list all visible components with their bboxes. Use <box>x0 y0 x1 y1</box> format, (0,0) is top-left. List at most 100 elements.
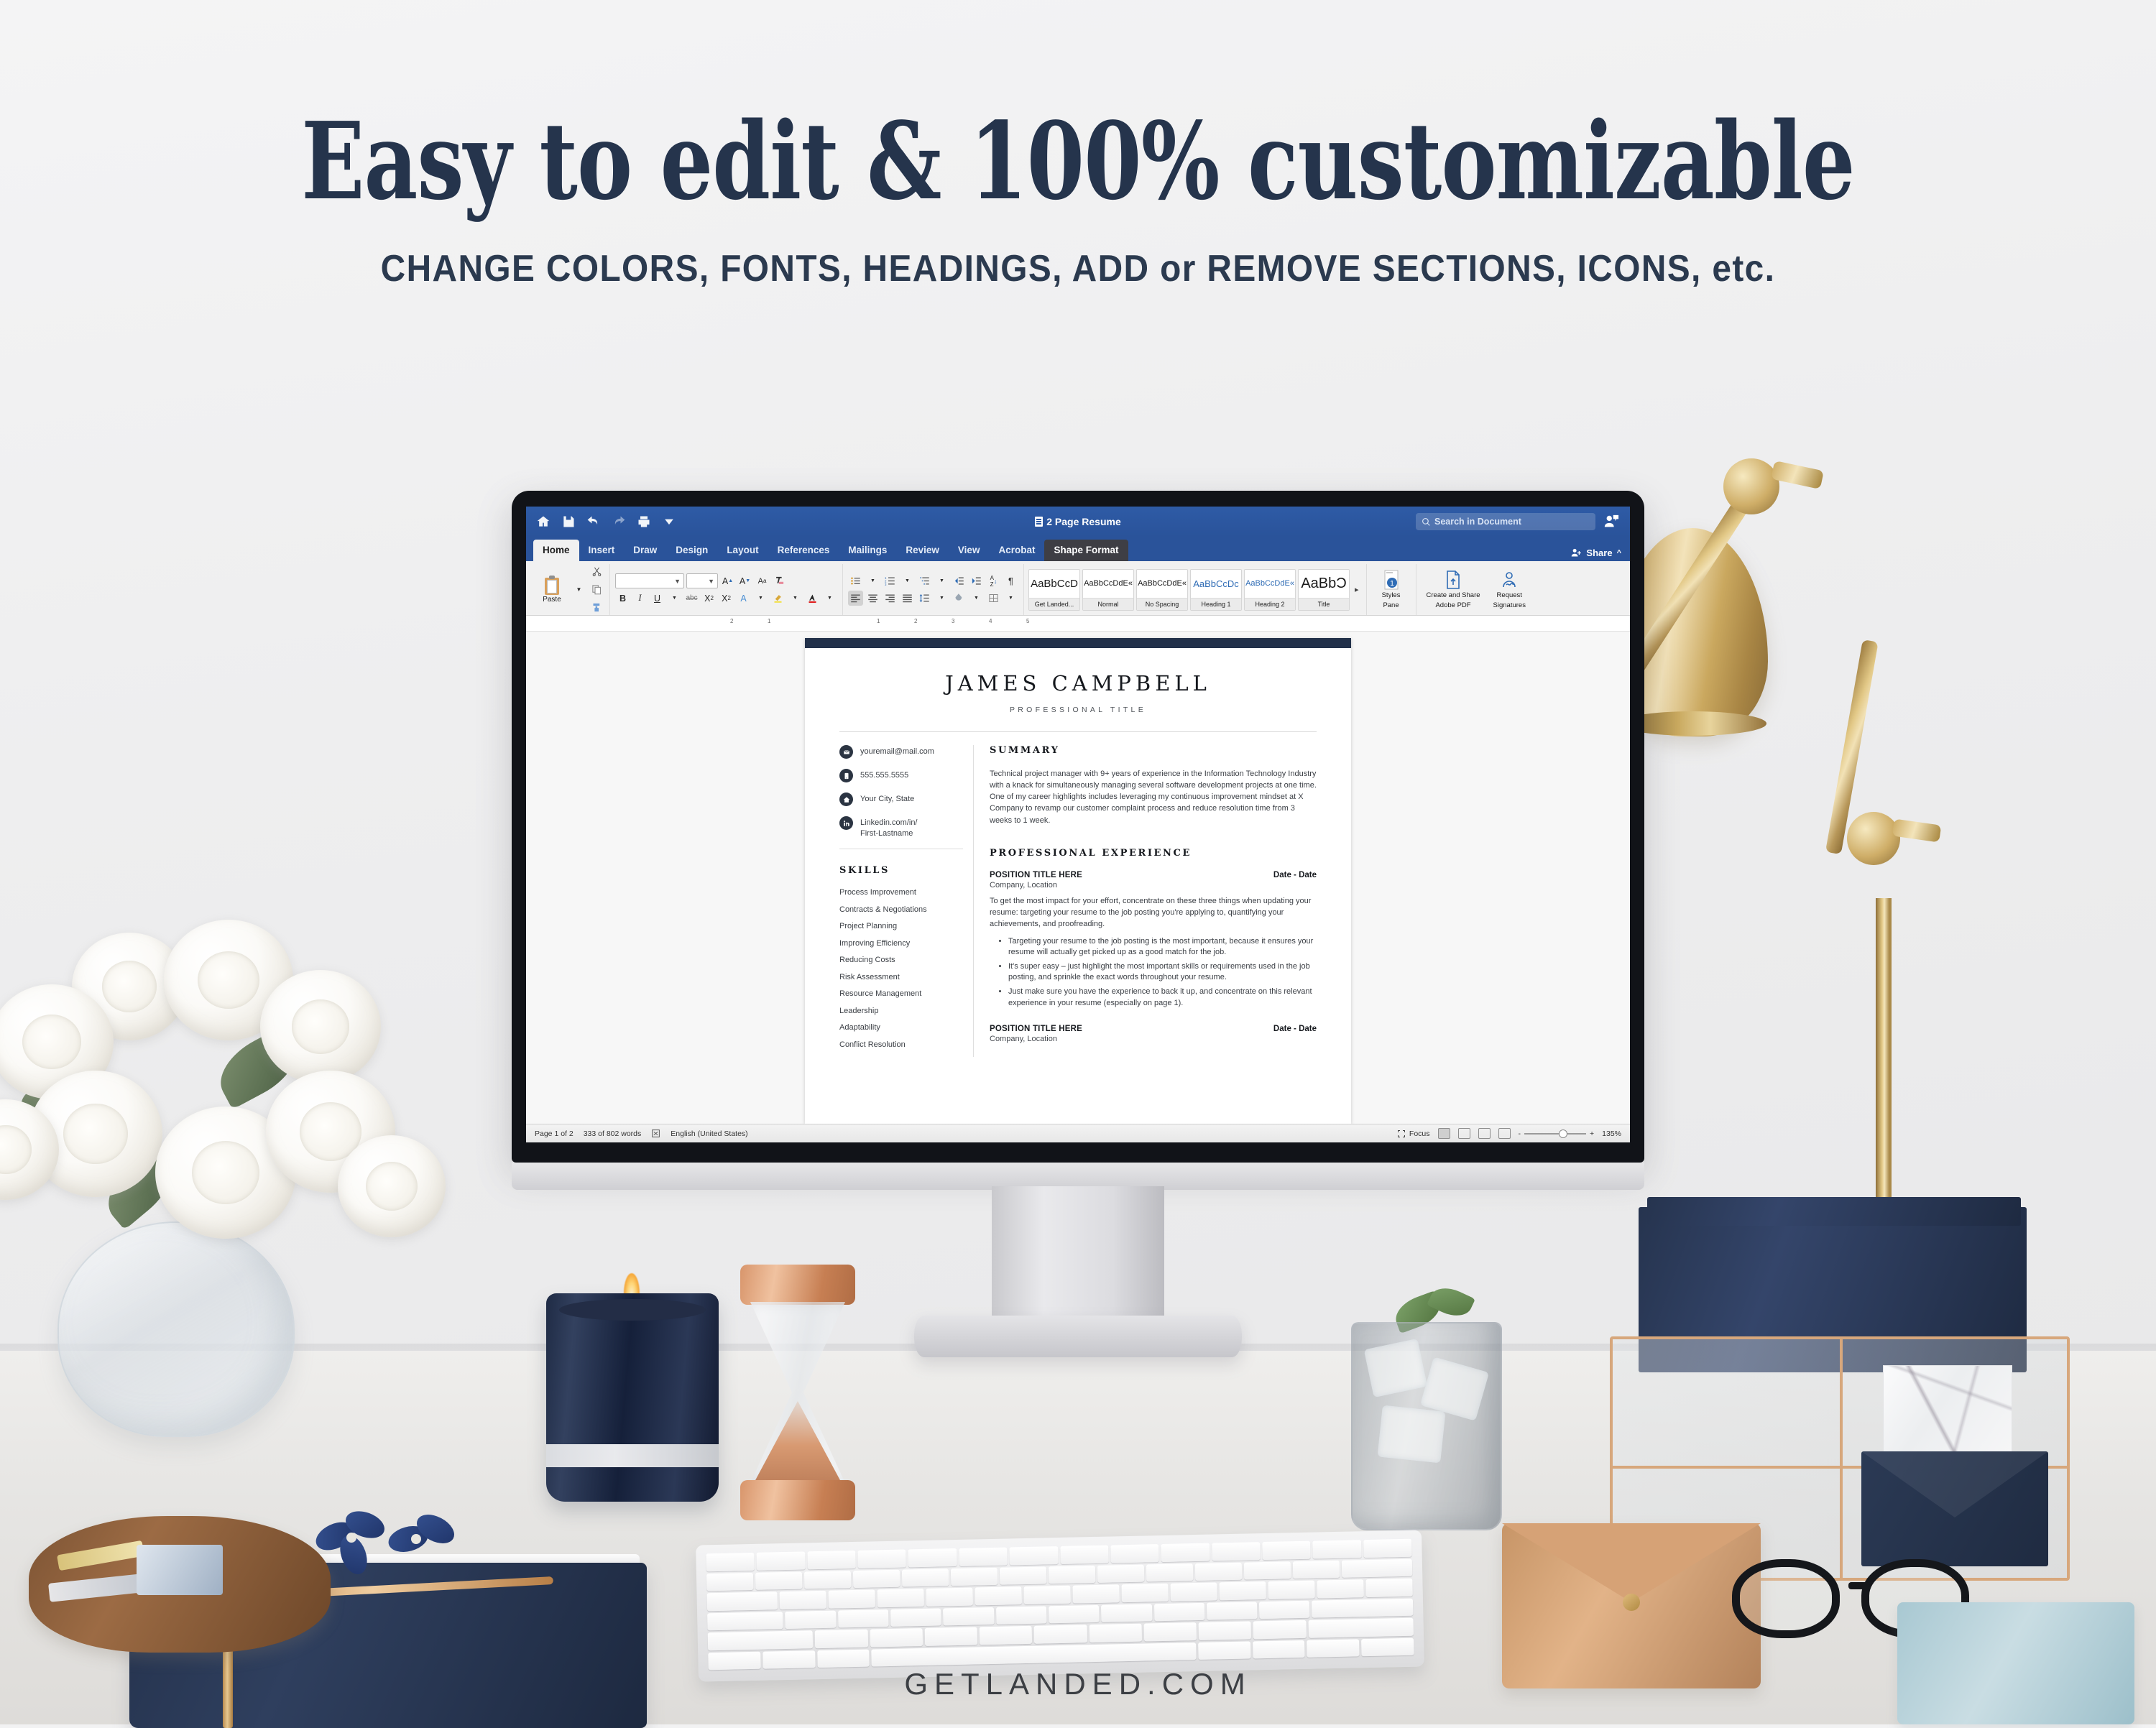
home-icon[interactable] <box>536 514 550 529</box>
shading-icon[interactable] <box>952 591 967 606</box>
quick-access-toolbar[interactable] <box>536 514 676 529</box>
clear-formatting-icon[interactable] <box>772 573 787 588</box>
print-layout-icon[interactable] <box>1437 1128 1450 1139</box>
customize-toolbar-icon[interactable] <box>662 514 676 529</box>
account-icon[interactable] <box>1603 514 1620 530</box>
tab-shape-format[interactable]: Shape Format <box>1044 540 1128 561</box>
draft-icon[interactable] <box>1498 1128 1511 1139</box>
font-row-bottom[interactable]: B I U ▼ abc X2 X2 A ▼ ▼ ▼ <box>615 591 837 606</box>
chevron-up-icon[interactable]: ^ <box>1617 549 1621 558</box>
bullets-dropdown-icon[interactable]: ▼ <box>865 573 880 588</box>
justify-icon[interactable] <box>900 591 915 606</box>
create-share-pdf-button[interactable]: Create and Share Adobe PDF <box>1422 570 1485 610</box>
align-left-icon[interactable] <box>848 591 863 606</box>
decrease-indent-icon[interactable] <box>952 573 967 588</box>
style-normal[interactable]: AaBbCcDdE« Normal <box>1082 568 1134 611</box>
print-icon[interactable] <box>637 514 651 529</box>
styles-gallery-more-icon[interactable]: ▸ <box>1352 585 1362 594</box>
font-name-input[interactable]: ▼ <box>615 573 684 588</box>
ribbon-tabs[interactable]: Home Insert Draw Design Layout Reference… <box>526 537 1630 561</box>
tab-view[interactable]: View <box>949 540 990 561</box>
paste-dropdown-icon[interactable]: ▼ <box>571 582 586 597</box>
tab-layout[interactable]: Layout <box>717 540 768 561</box>
zoom-in-button[interactable]: + <box>1590 1129 1594 1138</box>
ribbon-group-styles-pane[interactable]: 1 Styles Pane <box>1367 564 1416 615</box>
bullets-icon[interactable] <box>848 573 863 588</box>
tab-acrobat[interactable]: Acrobat <box>989 540 1044 561</box>
line-spacing-icon[interactable] <box>917 591 932 606</box>
document-canvas[interactable]: JAMES CAMPBELL PROFESSIONAL TITLE yourem… <box>526 632 1630 1124</box>
style-title[interactable]: AaBbƆ Title <box>1298 568 1350 611</box>
style-no-spacing[interactable]: AaBbCcDdE« No Spacing <box>1136 568 1188 611</box>
format-painter-icon[interactable] <box>589 600 604 615</box>
font-row-top[interactable]: ▼ ▼ A ▲ A ▼ Aa <box>615 573 837 588</box>
tab-review[interactable]: Review <box>896 540 949 561</box>
status-right[interactable]: Focus - + 135% <box>1397 1128 1621 1139</box>
bold-icon[interactable]: B <box>615 591 630 606</box>
increase-indent-icon[interactable] <box>969 573 984 588</box>
outline-icon[interactable] <box>1478 1128 1491 1139</box>
paste-button[interactable]: Paste <box>535 576 568 604</box>
clipboard-mini-buttons[interactable] <box>589 564 604 615</box>
word-count[interactable]: 333 of 802 words <box>584 1129 642 1138</box>
font-color-icon[interactable] <box>805 591 820 606</box>
tab-insert[interactable]: Insert <box>579 540 625 561</box>
zoom-level[interactable]: 135% <box>1602 1129 1621 1138</box>
style-heading-2[interactable]: AaBbCcDdE« Heading 2 <box>1244 568 1296 611</box>
subscript-icon[interactable]: X2 <box>701 591 717 606</box>
align-center-icon[interactable] <box>865 591 880 606</box>
show-marks-icon[interactable]: ¶ <box>1003 573 1018 588</box>
tab-design[interactable]: Design <box>666 540 717 561</box>
sort-icon[interactable]: A Z ↓ <box>986 573 1001 588</box>
zoom-slider[interactable]: - + <box>1519 1129 1594 1138</box>
cut-icon[interactable] <box>589 564 604 579</box>
copy-icon[interactable] <box>589 582 604 597</box>
paragraph-row-bottom[interactable]: ▼ ▼ ▼ <box>848 591 1018 606</box>
ribbon-group-styles[interactable]: AaBbCcD Get Landed... AaBbCcDdE« Normal … <box>1024 564 1367 615</box>
web-layout-icon[interactable] <box>1457 1128 1470 1139</box>
focus-button[interactable]: Focus <box>1397 1129 1430 1138</box>
highlight-icon[interactable] <box>770 591 786 606</box>
shading-dropdown-icon[interactable]: ▼ <box>969 591 984 606</box>
ribbon-group-clipboard[interactable]: Paste ▼ <box>530 564 610 615</box>
ribbon-home[interactable]: Paste ▼ ▼ ▼ A ▲ A ▼ A a B I U ▼ abc X 2 … <box>526 561 1630 616</box>
styles-pane-button[interactable]: 1 Styles Pane <box>1372 570 1411 610</box>
request-signatures-button[interactable]: Request Signatures <box>1488 570 1531 610</box>
search-input[interactable]: Search in Document <box>1416 513 1595 530</box>
zoom-knob[interactable] <box>1559 1129 1567 1138</box>
word-status-bar[interactable]: Page 1 of 2 333 of 802 words English (Un… <box>526 1124 1630 1142</box>
tab-home[interactable]: Home <box>533 540 579 561</box>
ribbon-group-font[interactable]: ▼ ▼ A ▲ A ▼ Aa B I U ▼ abc X 2 X 2 A ▼ ▼… <box>610 564 843 615</box>
line-spacing-dropdown-icon[interactable]: ▼ <box>934 591 949 606</box>
paragraph-row-top[interactable]: ▼ 123 ▼ ▼ A Z ↓ ¶ <box>848 573 1018 588</box>
font-group-columns[interactable]: ▼ ▼ A ▲ A ▼ Aa B I U ▼ abc X 2 X 2 A ▼ ▼… <box>615 573 837 606</box>
tab-references[interactable]: References <box>768 540 839 561</box>
shrink-font-icon[interactable]: A ▼ <box>737 573 752 588</box>
numbering-dropdown-icon[interactable]: ▼ <box>900 573 915 588</box>
multilevel-list-icon[interactable] <box>917 573 932 588</box>
style-get-landed[interactable]: AaBbCcD Get Landed... <box>1028 568 1080 611</box>
save-icon[interactable] <box>561 514 576 529</box>
change-case-icon[interactable]: Aa <box>755 573 770 588</box>
page-indicator[interactable]: Page 1 of 2 <box>535 1129 573 1138</box>
text-effects-dropdown-icon[interactable]: ▼ <box>753 591 768 606</box>
align-right-icon[interactable] <box>883 591 898 606</box>
share-button[interactable]: Share ^ <box>1570 547 1621 558</box>
horizontal-ruler[interactable]: 2 1 1 2 3 4 5 <box>526 616 1630 632</box>
borders-dropdown-icon[interactable]: ▼ <box>1003 591 1018 606</box>
zoom-out-button[interactable]: - <box>1519 1129 1521 1138</box>
tab-draw[interactable]: Draw <box>624 540 666 561</box>
highlight-dropdown-icon[interactable]: ▼ <box>788 591 803 606</box>
borders-icon[interactable] <box>986 591 1001 606</box>
redo-icon[interactable] <box>612 514 626 529</box>
strikethrough-icon[interactable]: abc <box>684 591 699 606</box>
ribbon-group-paragraph[interactable]: ▼ 123 ▼ ▼ A Z ↓ ¶ ▼ ▼ ▼ <box>843 564 1024 615</box>
text-effects-icon[interactable]: A <box>736 591 751 606</box>
zoom-track[interactable] <box>1524 1129 1586 1138</box>
apple-keyboard[interactable] <box>696 1530 1424 1682</box>
paragraph-columns[interactable]: ▼ 123 ▼ ▼ A Z ↓ ¶ ▼ ▼ ▼ <box>848 573 1018 606</box>
italic-icon[interactable]: I <box>632 591 648 606</box>
multilevel-dropdown-icon[interactable]: ▼ <box>934 573 949 588</box>
tab-mailings[interactable]: Mailings <box>839 540 896 561</box>
numbering-icon[interactable]: 123 <box>883 573 898 588</box>
